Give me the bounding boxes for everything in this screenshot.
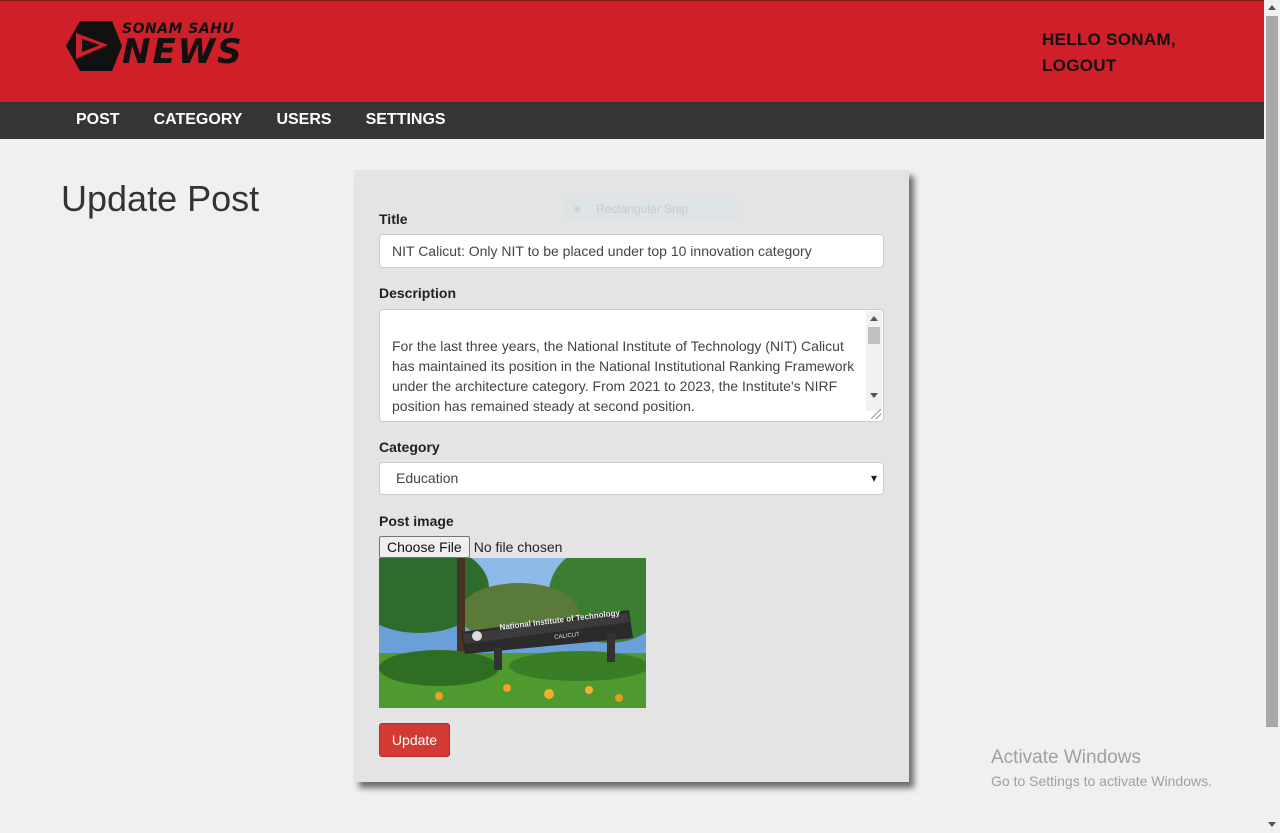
nav-item-post[interactable]: POST bbox=[59, 102, 137, 137]
resize-handle-icon[interactable] bbox=[871, 409, 881, 419]
post-image-label: Post image bbox=[379, 513, 454, 529]
logo-main-text: NEWS bbox=[122, 32, 244, 72]
scroll-down-icon[interactable] bbox=[870, 393, 878, 398]
logout-link[interactable]: LOGOUT bbox=[1042, 53, 1176, 79]
play-hexagon-icon bbox=[66, 21, 122, 71]
snip-icon bbox=[574, 206, 580, 212]
scroll-thumb[interactable] bbox=[868, 327, 880, 344]
scroll-down-icon[interactable] bbox=[1268, 822, 1276, 827]
category-label: Category bbox=[379, 439, 440, 455]
snip-label: Rectangular Snip bbox=[596, 202, 689, 216]
nav-item-settings[interactable]: SETTINGS bbox=[349, 102, 463, 137]
watermark-title: Activate Windows bbox=[991, 747, 1141, 768]
chevron-down-icon: ▾ bbox=[870, 471, 877, 485]
update-button[interactable]: Update bbox=[379, 723, 450, 757]
page-title: Update Post bbox=[61, 178, 260, 219]
main-nav: POST CATEGORY USERS SETTINGS bbox=[0, 102, 1264, 139]
title-label: Title bbox=[379, 211, 408, 227]
site-header: SONAM SAHU NEWS HELLO SONAM, LOGOUT bbox=[0, 0, 1264, 102]
watermark-subtitle: Go to Settings to activate Windows. bbox=[991, 773, 1212, 789]
page-scroll-thumb[interactable] bbox=[1266, 16, 1278, 727]
greeting-text: HELLO SONAM, bbox=[1042, 30, 1176, 49]
description-textarea[interactable]: For the last three years, the National I… bbox=[379, 309, 884, 422]
user-box: HELLO SONAM, LOGOUT bbox=[1042, 27, 1176, 79]
description-text: For the last three years, the National I… bbox=[392, 338, 855, 414]
windows-activation-watermark: Activate Windows Go to Settings to activ… bbox=[991, 747, 1212, 791]
description-label: Description bbox=[379, 285, 457, 301]
site-logo[interactable]: SONAM SAHU NEWS bbox=[64, 19, 242, 73]
post-photo bbox=[379, 558, 646, 708]
scroll-up-icon[interactable] bbox=[1268, 5, 1276, 10]
title-input[interactable]: NIT Calicut: Only NIT to be placed under… bbox=[379, 234, 884, 268]
file-status-text: No file chosen bbox=[473, 539, 563, 555]
category-select[interactable]: Education ▾ bbox=[379, 462, 884, 495]
scroll-up-icon[interactable] bbox=[870, 316, 878, 321]
category-selected-value: Education bbox=[396, 470, 459, 486]
choose-file-button[interactable]: Choose File bbox=[379, 536, 470, 558]
post-image-preview: National Institute of Technology CALICUT bbox=[379, 558, 646, 708]
file-input[interactable]: Choose File No file chosen bbox=[379, 536, 562, 558]
page-scrollbar[interactable] bbox=[1264, 0, 1280, 833]
snip-overlay: Rectangular Snip bbox=[564, 198, 737, 220]
update-post-form: Rectangular Snip Title NIT Calicut: Only… bbox=[354, 170, 909, 782]
nav-item-category[interactable]: CATEGORY bbox=[137, 102, 260, 137]
description-scrollbar[interactable] bbox=[866, 311, 882, 411]
nav-item-users[interactable]: USERS bbox=[259, 102, 348, 137]
